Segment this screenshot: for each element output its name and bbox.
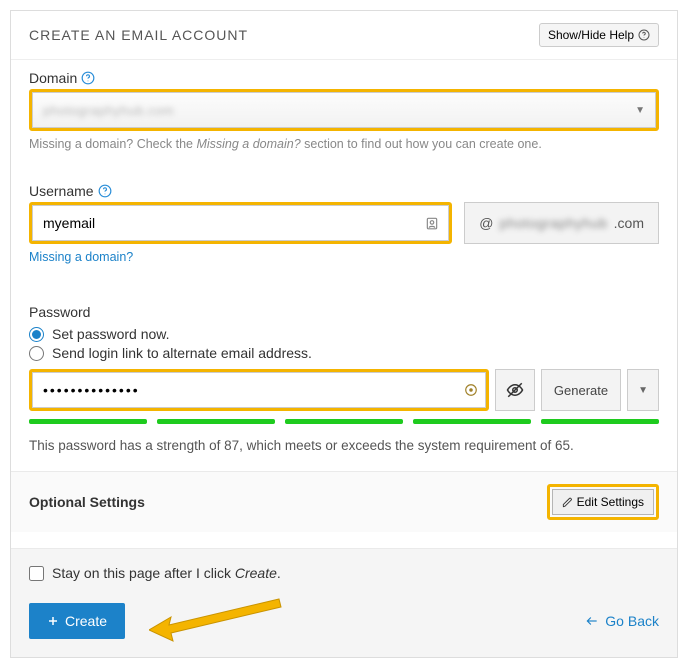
chevron-down-icon: ▼ (638, 385, 648, 396)
question-circle-icon (638, 29, 650, 41)
optional-settings-header: Optional Settings Edit Settings (11, 471, 677, 532)
password-autofill-icon (464, 383, 478, 397)
domain-suffix-box: @ photographyhub .com (464, 202, 659, 244)
eye-off-icon (506, 381, 524, 399)
go-back-label: Go Back (605, 613, 659, 629)
toggle-password-visibility-button[interactable] (495, 369, 535, 411)
missing-domain-link[interactable]: Missing a domain? (29, 250, 133, 264)
password-section: Password Set password now. Send login li… (11, 294, 677, 453)
password-label: Password (29, 304, 659, 320)
username-section: Username @ photographyhub .com Missing a… (11, 173, 677, 264)
edit-settings-label: Edit Settings (577, 495, 644, 509)
generate-password-button[interactable]: Generate (541, 369, 621, 411)
help-button-label: Show/Hide Help (548, 28, 634, 42)
show-hide-help-button[interactable]: Show/Hide Help (539, 23, 659, 47)
username-input[interactable] (32, 205, 449, 241)
annotation-arrow-icon (149, 595, 289, 645)
at-symbol: @ (479, 215, 493, 231)
password-option-now[interactable]: Set password now. (29, 326, 659, 342)
stay-on-page-label: Stay on this page after I click Create. (52, 565, 281, 581)
radio-send-link[interactable] (29, 346, 44, 361)
generate-label: Generate (554, 383, 608, 398)
radio-send-link-label: Send login link to alternate email addre… (52, 345, 312, 361)
footer: Stay on this page after I click Create. … (11, 548, 677, 657)
stay-prefix: Stay on this page after I click (52, 565, 235, 581)
stay-on-page-checkbox[interactable] (29, 566, 44, 581)
create-button[interactable]: Create (29, 603, 125, 639)
optional-settings-title: Optional Settings (29, 494, 145, 510)
chevron-down-icon: ▼ (635, 105, 645, 116)
panel-title: CREATE AN EMAIL ACCOUNT (29, 27, 248, 43)
stay-em: Create (235, 565, 277, 581)
plus-icon (47, 615, 59, 627)
at-domain: photographyhub (499, 215, 607, 231)
radio-set-now-label: Set password now. (52, 326, 170, 342)
create-email-panel: CREATE AN EMAIL ACCOUNT Show/Hide Help D… (10, 10, 678, 658)
password-strength-meter (29, 419, 659, 424)
domain-hint-prefix: Missing a domain? Check the (29, 137, 196, 151)
contact-card-icon (425, 216, 439, 230)
edit-settings-button[interactable]: Edit Settings (552, 489, 654, 515)
help-icon[interactable] (98, 184, 112, 198)
domain-select[interactable]: photographyhub.com ▼ (32, 92, 656, 128)
arrow-left-icon (585, 614, 599, 628)
password-input[interactable] (32, 372, 486, 408)
stay-suffix: . (277, 565, 281, 581)
generate-dropdown-button[interactable]: ▼ (627, 369, 659, 411)
domain-hint-suffix: section to find out how you can create o… (301, 137, 542, 151)
domain-section: Domain photographyhub.com ▼ Missing a do… (11, 60, 677, 151)
radio-set-now[interactable] (29, 327, 44, 342)
at-tld: .com (614, 215, 644, 231)
username-label: Username (29, 183, 94, 199)
panel-header: CREATE AN EMAIL ACCOUNT Show/Hide Help (11, 11, 677, 60)
domain-label: Domain (29, 70, 77, 86)
domain-hint: Missing a domain? Check the Missing a do… (29, 137, 659, 151)
help-icon[interactable] (81, 71, 95, 85)
domain-selected-value: photographyhub.com (43, 103, 174, 118)
password-strength-text: This password has a strength of 87, whic… (29, 438, 659, 453)
domain-hint-em: Missing a domain? (196, 137, 300, 151)
password-option-link[interactable]: Send login link to alternate email addre… (29, 345, 659, 361)
stay-on-page-checkbox-row[interactable]: Stay on this page after I click Create. (29, 565, 659, 581)
go-back-link[interactable]: Go Back (585, 613, 659, 629)
pencil-icon (562, 497, 573, 508)
create-label: Create (65, 613, 107, 629)
